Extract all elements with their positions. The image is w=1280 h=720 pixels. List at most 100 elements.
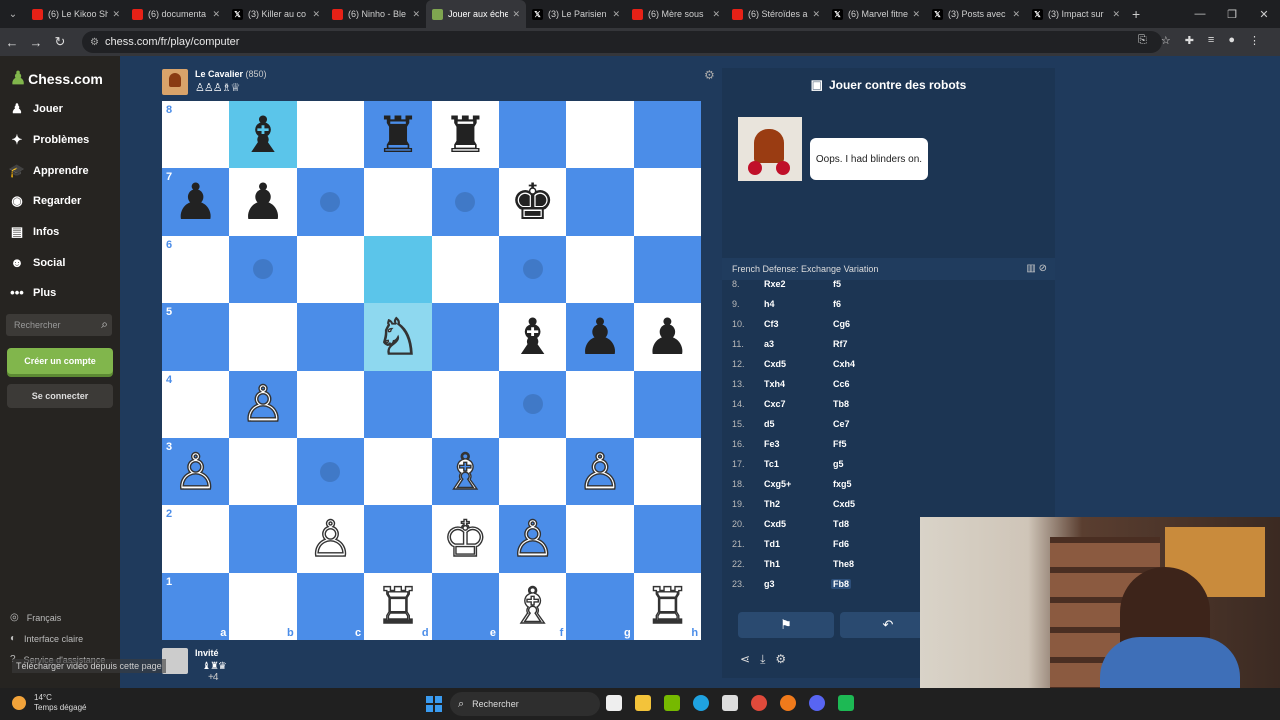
board-settings-icon[interactable]: ⚙ <box>704 68 715 82</box>
black-move[interactable]: Ff5 <box>831 439 849 449</box>
square-h7[interactable] <box>633 168 702 236</box>
white-move[interactable]: Cxd5 <box>764 519 786 529</box>
square-d1[interactable]: d ♖ <box>364 572 432 641</box>
legal-move-dot[interactable] <box>522 259 543 280</box>
sidebar-item-regarder[interactable]: ◉ Regarder <box>8 193 81 209</box>
square-c2[interactable]: ♙ <box>296 505 365 573</box>
browser-tab[interactable]: 𝕏 (3) Le Parisien ✕ <box>526 0 626 28</box>
square-b7[interactable]: ♟ <box>229 168 297 236</box>
sidebar-item-problèmes[interactable]: ✦ Problèmes <box>8 132 90 148</box>
white-move[interactable]: Cxg5+ <box>764 479 791 489</box>
black-piece-icon[interactable]: ♜ <box>443 110 488 160</box>
square-a6[interactable]: 6 <box>162 235 230 304</box>
legal-move-dot[interactable] <box>522 394 543 415</box>
white-move[interactable]: g3 <box>764 579 775 589</box>
white-piece-icon[interactable]: ♖ <box>644 581 690 632</box>
square-d3[interactable] <box>364 437 432 506</box>
black-piece-icon[interactable]: ♝ <box>510 312 555 362</box>
sidebar-item-infos[interactable]: ▤ Infos <box>8 224 59 240</box>
close-tab-icon[interactable]: ✕ <box>212 9 220 20</box>
black-piece-icon[interactable]: ♟ <box>241 177 286 227</box>
folder-icon[interactable] <box>635 695 651 711</box>
square-e8[interactable]: ♜ <box>431 101 499 169</box>
square-a5[interactable]: 5 <box>162 303 230 371</box>
black-piece-icon[interactable]: ♟ <box>173 177 218 227</box>
black-move[interactable]: Ce7 <box>831 419 852 429</box>
white-piece-icon[interactable]: ♙ <box>240 379 286 430</box>
close-tab-icon[interactable]: ✕ <box>912 9 920 20</box>
weather-widget[interactable]: 14°C Temps dégagé <box>12 693 86 713</box>
white-piece-icon[interactable]: ♔ <box>442 513 488 564</box>
firefox-icon[interactable] <box>780 695 796 711</box>
close-tab-icon[interactable]: ✕ <box>412 9 420 20</box>
search-icon[interactable]: ⌕ <box>101 317 108 332</box>
square-e5[interactable] <box>431 303 499 371</box>
white-piece-icon[interactable]: ♗ <box>510 581 556 632</box>
sidebar-footer-item[interactable]: ◎ Français <box>10 612 61 623</box>
white-piece-icon[interactable]: ♗ <box>442 446 488 497</box>
settings-icon[interactable]: ⚙ <box>775 652 786 667</box>
square-b4[interactable]: ♙ <box>229 370 297 438</box>
tab-list-icon[interactable]: ⌄ <box>0 9 26 20</box>
reload-icon[interactable]: ↻ <box>48 34 72 50</box>
square-f2[interactable]: ♙ <box>498 505 567 573</box>
browser-tab[interactable]: (6) Le Kikoo Sh ✕ <box>26 0 126 28</box>
close-tab-icon[interactable]: ✕ <box>712 9 720 20</box>
signup-button[interactable]: Créer un compte <box>7 348 113 374</box>
close-tab-icon[interactable]: ✕ <box>512 9 520 20</box>
white-piece-icon[interactable]: ♙ <box>577 446 623 497</box>
browser-tab[interactable]: (6) Mère sous ✕ <box>626 0 726 28</box>
square-g7[interactable] <box>566 168 634 236</box>
close-tab-icon[interactable]: ✕ <box>612 9 620 20</box>
white-move[interactable]: Cxc7 <box>764 399 786 409</box>
white-move[interactable]: Txh4 <box>764 379 785 389</box>
square-a3[interactable]: 3 ♙ <box>162 437 230 506</box>
app-icon[interactable] <box>838 695 854 711</box>
square-f4[interactable] <box>498 370 567 438</box>
close-tab-icon[interactable]: ✕ <box>1012 9 1020 20</box>
black-move[interactable]: Fd6 <box>831 539 851 549</box>
black-move[interactable]: Cxh4 <box>831 359 857 369</box>
square-d2[interactable] <box>364 505 432 573</box>
white-piece-icon[interactable]: ♘ <box>375 311 421 362</box>
browser-tab[interactable]: (6) documenta ✕ <box>126 0 226 28</box>
square-a8[interactable]: 8 <box>162 101 230 169</box>
browser-tab[interactable]: 𝕏 (6) Marvel fitne ✕ <box>826 0 926 28</box>
taskbar-search[interactable]: ⌕ Rechercher <box>450 692 600 716</box>
white-move[interactable]: Cxd5 <box>764 359 786 369</box>
browser-tab[interactable]: 𝕏 (3) Killer au co ✕ <box>226 0 326 28</box>
minimize-icon[interactable]: — <box>1184 8 1216 20</box>
square-h8[interactable] <box>633 101 702 169</box>
white-move[interactable]: Th2 <box>764 499 780 509</box>
white-move[interactable]: Tc1 <box>764 459 779 469</box>
black-move[interactable]: Fb8 <box>831 579 852 589</box>
share-icon[interactable]: ⋖ <box>740 652 750 667</box>
white-move[interactable]: Th1 <box>764 559 780 569</box>
profile-icon[interactable]: ● <box>1228 34 1235 47</box>
white-piece-icon[interactable]: ♖ <box>375 581 421 632</box>
square-b3[interactable] <box>229 437 297 506</box>
square-b5[interactable] <box>229 303 297 371</box>
square-e3[interactable]: ♗ <box>431 437 499 506</box>
url-field[interactable]: ⚙ chess.com/fr/play/computer <box>82 31 1162 53</box>
discord-icon[interactable] <box>809 695 825 711</box>
download-icon[interactable]: ⤓ <box>760 652 765 667</box>
square-b2[interactable] <box>229 505 297 573</box>
white-piece-icon[interactable]: ♙ <box>173 446 219 497</box>
white-move[interactable]: Fe3 <box>764 439 780 449</box>
square-g8[interactable] <box>566 101 634 169</box>
download-video-bar[interactable]: Télécharger vidéo depuis cette page <box>12 659 166 673</box>
square-h4[interactable] <box>633 370 702 438</box>
store-icon[interactable] <box>722 695 738 711</box>
legal-move-dot[interactable] <box>320 461 341 482</box>
black-move[interactable]: fxg5 <box>831 479 854 489</box>
square-d4[interactable] <box>364 370 432 438</box>
sidebar-footer-item[interactable]: ◐ Interface claire <box>10 633 83 644</box>
legal-move-dot[interactable] <box>320 192 341 213</box>
square-c1[interactable]: c <box>296 572 365 641</box>
file-manager-icon[interactable] <box>606 695 622 711</box>
close-window-icon[interactable]: ✕ <box>1248 8 1280 21</box>
black-move[interactable]: Td8 <box>831 519 851 529</box>
black-move[interactable]: Cc6 <box>831 379 852 389</box>
close-tab-icon[interactable]: ✕ <box>1112 9 1120 20</box>
